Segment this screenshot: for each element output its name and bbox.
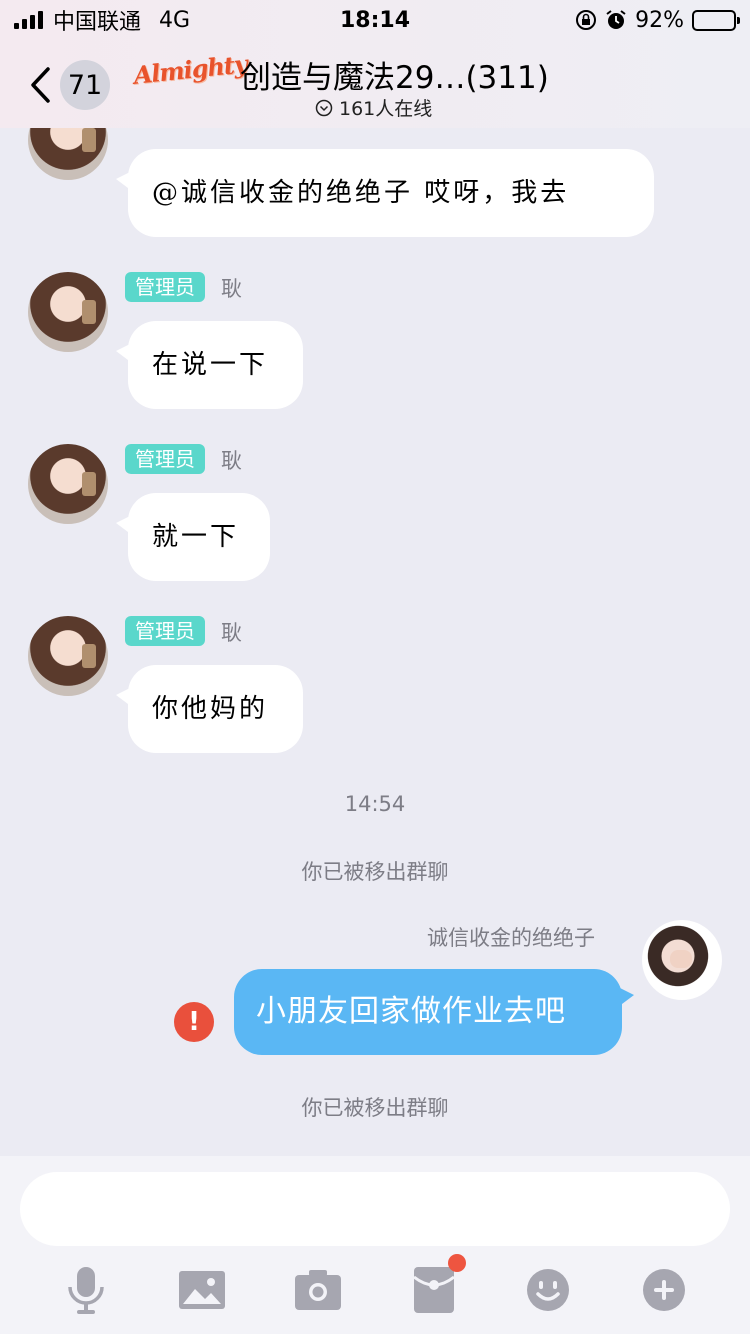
- emoji-button[interactable]: [520, 1262, 576, 1318]
- group-logo: Almighty: [132, 49, 249, 90]
- emoji-icon: [527, 1269, 569, 1311]
- notification-dot: [448, 1254, 466, 1272]
- unread-count-badge: 71: [60, 60, 110, 110]
- my-message-bubble[interactable]: 小朋友回家做作业去吧: [234, 969, 634, 1055]
- avatar[interactable]: [28, 616, 108, 696]
- admin-badge: 管理员: [125, 272, 205, 302]
- camera-icon: [295, 1270, 341, 1310]
- message-bubble[interactable]: 你他妈的: [116, 665, 303, 753]
- admin-badge: 管理员: [125, 444, 205, 474]
- sender-name[interactable]: 耿: [221, 617, 242, 647]
- timestamp: 14:54: [344, 792, 406, 816]
- battery-icon: [692, 9, 740, 31]
- sender-name[interactable]: 耿: [221, 273, 242, 303]
- chevron-down-circle-icon: [315, 99, 333, 116]
- rotation-lock-icon: [576, 10, 597, 30]
- system-notice: 你已被移出群聊: [301, 1096, 449, 1120]
- more-button[interactable]: [636, 1262, 692, 1318]
- status-left: 中国联通 4G: [14, 0, 190, 40]
- plus-icon: [643, 1269, 685, 1311]
- message-input[interactable]: [20, 1172, 730, 1246]
- status-right: 92%: [575, 0, 740, 40]
- top-bar: 中国联通 4G 18:14 92% 71 Almighty 创造与魔法29…(3…: [0, 0, 750, 128]
- send-failed-icon[interactable]: !: [174, 1002, 214, 1042]
- image-icon: [179, 1271, 225, 1309]
- chat-title[interactable]: 创造与魔法29…(311): [240, 52, 549, 97]
- red-packet-icon: [414, 1267, 454, 1313]
- avatar[interactable]: [28, 272, 108, 352]
- microphone-icon: [68, 1267, 104, 1314]
- system-notice: 你已被移出群聊: [301, 860, 449, 884]
- carrier-label: 中国联通: [53, 10, 142, 35]
- message-bubble[interactable]: 就一下: [116, 493, 270, 581]
- input-bar: [0, 1156, 750, 1334]
- battery-percent: 92%: [635, 7, 684, 33]
- message-bubble[interactable]: @诚信收金的绝绝子 哎呀，我去: [116, 149, 654, 237]
- voice-button[interactable]: [58, 1262, 114, 1318]
- my-name: 诚信收金的绝绝子: [427, 926, 595, 950]
- my-avatar[interactable]: [642, 920, 722, 1000]
- red-packet-button[interactable]: [406, 1254, 466, 1318]
- chevron-left-icon: [31, 67, 50, 103]
- signal-icon: [14, 11, 43, 29]
- avatar[interactable]: [28, 444, 108, 524]
- camera-button[interactable]: [290, 1262, 346, 1318]
- admin-badge: 管理员: [125, 616, 205, 646]
- image-button[interactable]: [174, 1262, 230, 1318]
- sender-name[interactable]: 耿: [221, 445, 242, 475]
- network-label: 4G: [159, 7, 191, 33]
- alarm-icon: [606, 10, 626, 29]
- message-bubble[interactable]: 在说一下: [116, 321, 303, 409]
- back-button[interactable]: 71: [28, 60, 112, 110]
- online-count-label: 161人在线: [339, 98, 433, 120]
- online-count[interactable]: 161人在线: [315, 94, 432, 121]
